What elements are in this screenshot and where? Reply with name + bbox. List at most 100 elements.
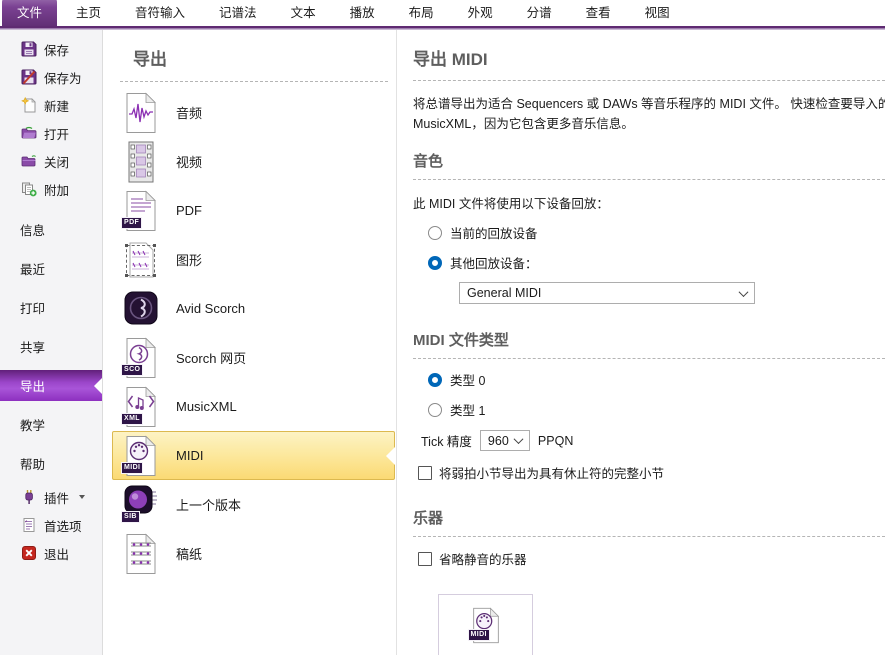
scorch-web-icon: SCO <box>124 337 158 379</box>
radio-current-playback-device[interactable]: 当前的回放设备 <box>428 223 885 242</box>
tab-home[interactable]: 主页 <box>61 0 116 26</box>
sidebar-item-teaching[interactable]: 教学 <box>0 405 102 444</box>
sidebar-item-save-as[interactable]: 保存为 <box>0 63 102 91</box>
export-description: 将总谱导出为适合 Sequencers 或 DAWs 等音乐程序的 MIDI 文… <box>413 94 885 134</box>
radio-unchecked-icon[interactable] <box>428 403 442 417</box>
radio-midi-type-0[interactable]: 类型 0 <box>428 370 885 389</box>
musicxml-file-icon: XML <box>124 386 158 428</box>
export-item-previous-version[interactable]: SIB 上一个版本 <box>103 480 396 529</box>
sidebar-item-exit[interactable]: 退出 <box>0 539 102 567</box>
file-type-badge: MIDI <box>468 629 490 641</box>
checkbox-unchecked-icon[interactable] <box>418 466 432 480</box>
radio-midi-type-1[interactable]: 类型 1 <box>428 400 885 419</box>
checkbox-unchecked-icon[interactable] <box>418 552 432 566</box>
ribbon-tab-bar: 文件 主页 音符输入 记谱法 文本 播放 布局 外观 分谱 查看 视图 <box>0 0 885 26</box>
separator <box>413 179 885 180</box>
playback-device-select[interactable]: General MIDI <box>459 282 755 304</box>
file-type-badge: MIDI <box>121 462 143 474</box>
sidebar-item-label: 保存为 <box>44 68 82 87</box>
sidebar-item-open[interactable]: 打开 <box>0 119 102 147</box>
tab-note-input[interactable]: 音符输入 <box>120 0 200 26</box>
export-button[interactable]: MIDI 导出 <box>438 594 533 655</box>
sidebar-item-label: 打印 <box>20 298 45 317</box>
sidebar-item-export[interactable]: 导出 <box>0 370 102 401</box>
midi-file-icon: MIDI <box>124 435 158 477</box>
export-item-label: Scorch 网页 <box>176 348 246 367</box>
tab-text[interactable]: 文本 <box>276 0 331 26</box>
sidebar-item-label: 附加 <box>44 180 69 199</box>
export-item-manuscript-paper[interactable]: 稿纸 <box>103 529 396 578</box>
section-title-sound: 音色 <box>413 150 885 171</box>
tab-appearance[interactable]: 外观 <box>453 0 508 26</box>
radio-other-playback-device[interactable]: 其他回放设备： <box>428 253 885 272</box>
sidebar-item-label: 保存 <box>44 40 69 59</box>
close-folder-icon <box>21 153 37 169</box>
chevron-down-icon <box>513 434 523 444</box>
select-value: 960 <box>488 434 509 448</box>
radio-unchecked-icon[interactable] <box>428 226 442 240</box>
export-item-graphics[interactable]: 图形 <box>103 235 396 284</box>
export-item-musicxml[interactable]: XML MusicXML <box>103 382 396 431</box>
tick-resolution-unit: PPQN <box>538 434 573 448</box>
sidebar-item-label: 新建 <box>44 96 69 115</box>
tab-review[interactable]: 查看 <box>571 0 626 26</box>
save-as-icon <box>21 69 37 85</box>
tab-parts[interactable]: 分谱 <box>512 0 567 26</box>
radio-label: 当前的回放设备 <box>450 223 538 242</box>
export-item-label: PDF <box>176 203 202 218</box>
export-item-label: MIDI <box>176 448 203 463</box>
file-menu-sidebar: 保存 保存为 新建 打开 关闭 附加 信息 最近 打印 共享 导出 教学 <box>0 30 103 655</box>
previous-version-icon: SIB <box>124 484 158 526</box>
sidebar-item-print[interactable]: 打印 <box>0 288 102 327</box>
export-list-panel: 导出 音频 视频 PDF PDF 图形 Avid Scorch <box>103 30 397 655</box>
export-panel-title: 导出 <box>133 45 396 70</box>
manuscript-paper-icon <box>124 533 158 575</box>
new-document-icon <box>21 97 37 113</box>
checkbox-export-pickup-bars[interactable]: 将弱拍小节导出为具有休止符的完整小节 <box>418 463 885 482</box>
sidebar-item-preferences[interactable]: 首选项 <box>0 511 102 539</box>
sidebar-item-help[interactable]: 帮助 <box>0 444 102 483</box>
sidebar-item-append[interactable]: 附加 <box>0 175 102 203</box>
checkbox-label: 将弱拍小节导出为具有休止符的完整小节 <box>439 463 664 482</box>
sidebar-item-label: 教学 <box>20 415 45 434</box>
sidebar-item-label: 共享 <box>20 337 45 356</box>
sidebar-item-close[interactable]: 关闭 <box>0 147 102 175</box>
tick-resolution-select[interactable]: 960 <box>480 430 530 451</box>
export-item-audio[interactable]: 音频 <box>103 88 396 137</box>
tab-play[interactable]: 播放 <box>335 0 390 26</box>
separator <box>120 81 388 82</box>
sidebar-item-plugins[interactable]: 插件 <box>0 483 102 511</box>
sidebar-item-label: 退出 <box>44 544 69 563</box>
export-item-midi[interactable]: MIDI MIDI <box>112 431 395 480</box>
video-file-icon <box>124 141 158 183</box>
radio-checked-icon[interactable] <box>428 256 442 270</box>
checkbox-omit-muted-instruments[interactable]: 省略静音的乐器 <box>418 549 885 568</box>
export-item-pdf[interactable]: PDF PDF <box>103 186 396 235</box>
select-value: General MIDI <box>467 286 541 300</box>
open-folder-icon <box>21 125 37 141</box>
plugin-icon <box>21 489 37 505</box>
export-item-avid-scorch[interactable]: Avid Scorch <box>103 284 396 333</box>
export-item-label: 视频 <box>176 152 202 171</box>
sidebar-item-new[interactable]: 新建 <box>0 91 102 119</box>
sidebar-item-share[interactable]: 共享 <box>0 327 102 366</box>
radio-checked-icon[interactable] <box>428 373 442 387</box>
separator <box>413 536 885 537</box>
append-icon <box>21 181 37 197</box>
tab-view[interactable]: 视图 <box>630 0 685 26</box>
sidebar-item-info[interactable]: 信息 <box>0 210 102 249</box>
export-item-scorch-web[interactable]: SCO Scorch 网页 <box>103 333 396 382</box>
playback-device-label: 此 MIDI 文件将使用以下设备回放： <box>413 193 885 212</box>
sidebar-item-save[interactable]: 保存 <box>0 35 102 63</box>
file-type-badge: SCO <box>121 364 143 376</box>
export-item-video[interactable]: 视频 <box>103 137 396 186</box>
section-title-file-type: MIDI 文件类型 <box>413 329 885 350</box>
separator <box>413 358 885 359</box>
graphics-file-icon <box>124 239 158 281</box>
tab-file[interactable]: 文件 <box>2 0 57 26</box>
sidebar-item-recent[interactable]: 最近 <box>0 249 102 288</box>
description-line: MusicXML，因为它包含更多音乐信息。 <box>413 114 885 134</box>
tab-notations[interactable]: 记谱法 <box>204 0 272 26</box>
export-item-label: MusicXML <box>176 399 237 414</box>
tab-layout[interactable]: 布局 <box>394 0 449 26</box>
